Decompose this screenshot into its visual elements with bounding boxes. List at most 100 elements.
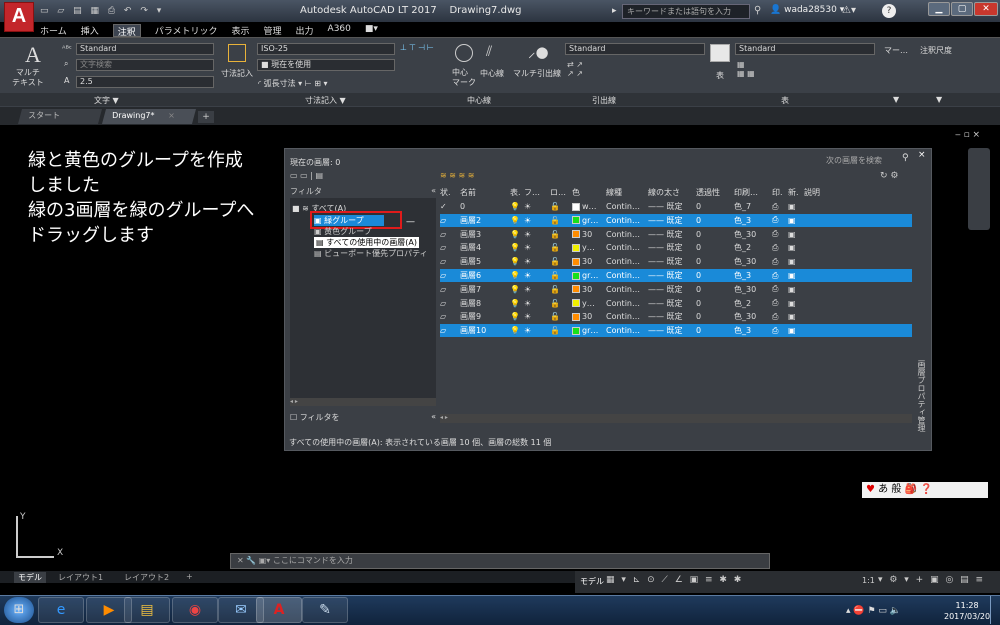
layer-status-icon[interactable]: ▱ — [440, 257, 454, 266]
search-arrow-icon[interactable]: ▸ — [612, 6, 617, 16]
layer-name[interactable]: 画層3 — [454, 229, 510, 240]
minimize-button[interactable]: ▁ — [928, 2, 950, 16]
layer-transparency[interactable]: 0 — [696, 299, 734, 308]
layer-name[interactable]: 画層9 — [454, 311, 510, 322]
layer-lineweight[interactable]: —— 既定 — [648, 242, 696, 253]
layer-transparency[interactable]: 0 — [696, 216, 734, 225]
layer-linetype[interactable]: Contin… — [606, 326, 648, 335]
layer-on-icon[interactable]: 💡 — [510, 202, 524, 211]
layer-plot-icon[interactable]: ⎙ — [772, 257, 788, 267]
col-name[interactable]: 名前 — [454, 187, 510, 198]
layer-name[interactable]: 画層2 — [454, 215, 510, 226]
layer-name[interactable]: 画層6 — [454, 270, 510, 281]
layer-color[interactable]: w… — [572, 202, 606, 211]
layer-lock-icon[interactable]: 🔓 — [550, 230, 572, 239]
exchange-icon[interactable]: ⚠▾ — [842, 5, 856, 16]
tab-annotate[interactable]: 注釈 — [112, 24, 141, 38]
col-color[interactable]: 色 — [572, 187, 606, 198]
layer-transparency[interactable]: 0 — [696, 326, 734, 335]
layer-color[interactable]: gr… — [572, 271, 606, 280]
text-height-select[interactable]: 2.5 — [76, 76, 214, 88]
layer-plot-icon[interactable]: ⎙ — [772, 215, 788, 225]
layer-vp-freeze-icon[interactable]: ▣ — [788, 257, 804, 266]
layer-row[interactable]: ✓ 0 💡 ☀ 🔓 w… Contin… —— 既定 0 色_7 ⎙ ▣ — [440, 200, 912, 213]
layer-name[interactable]: 画層10 — [454, 325, 510, 336]
layer-name[interactable]: 画層8 — [454, 298, 510, 309]
color-swatch[interactable] — [572, 202, 580, 211]
table-tools-icon[interactable]: ▦ ▦ ▦ — [737, 60, 755, 78]
layer-row[interactable]: ▱ 画層6 💡 ☀ 🔓 gr… Contin… —— 既定 0 色_3 ⎙ ▣ — [440, 269, 912, 282]
invert-filter-checkbox[interactable]: ☐ フィルタを « — [290, 412, 436, 423]
layer-status-icon[interactable]: ▱ — [440, 285, 454, 294]
layer-plot-icon[interactable]: ⎙ — [772, 326, 788, 336]
color-swatch[interactable] — [572, 243, 580, 252]
color-swatch[interactable] — [572, 216, 580, 225]
help-icon[interactable]: ? — [882, 4, 896, 18]
layer-row[interactable]: ▱ 画層8 💡 ☀ 🔓 y… Contin… —— 既定 0 色_2 ⎙ ▣ — [440, 297, 912, 310]
col-description[interactable]: 説明 — [804, 187, 844, 198]
layer-color[interactable]: gr… — [572, 216, 606, 225]
layer-name[interactable]: 画層5 — [454, 256, 510, 267]
layer-plot-icon[interactable]: ⎙ — [772, 271, 788, 281]
table-button[interactable]: 表 — [716, 70, 724, 81]
layer-linetype[interactable]: Contin… — [606, 299, 648, 308]
tree-item-used-layers[interactable]: ▤ すべての使用中の画層(A) — [314, 237, 419, 248]
layer-row[interactable]: ▱ 画層2 💡 ☀ 🔓 gr… Contin… —— 既定 0 色_3 ⎙ ▣ — [440, 213, 912, 227]
tray-icons[interactable]: ▴ ⛔ ⚑ ▭ 🔈 — [846, 606, 901, 616]
dimension-button[interactable]: 寸法記入 — [221, 68, 253, 79]
layer-on-icon[interactable]: 💡 — [510, 271, 524, 280]
start-button[interactable]: ⊞ — [4, 597, 34, 623]
layer-plot-style[interactable]: 色_2 — [734, 298, 772, 309]
layer-plot-style[interactable]: 色_30 — [734, 229, 772, 240]
center-line-button[interactable]: 中心線 — [480, 68, 504, 79]
layer-linetype[interactable]: Contin… — [606, 202, 648, 211]
layer-plot-style[interactable]: 色_30 — [734, 284, 772, 295]
layer-linetype[interactable]: Contin… — [606, 271, 648, 280]
col-transparency[interactable]: 透過性 — [696, 187, 734, 198]
arc-length-button[interactable]: ◜ 弧長寸法 ▾ ⊢ ⊞ ▾ — [258, 78, 328, 89]
layer-on-icon[interactable]: 💡 — [510, 257, 524, 266]
layer-freeze-icon[interactable]: ☀ — [524, 202, 550, 211]
layer-linetype[interactable]: Contin… — [606, 312, 648, 321]
layer-vp-freeze-icon[interactable]: ▣ — [788, 230, 804, 239]
layer-lineweight[interactable]: —— 既定 — [648, 325, 696, 336]
color-swatch[interactable] — [572, 326, 580, 335]
layer-transparency[interactable]: 0 — [696, 230, 734, 239]
refresh-settings-icon[interactable]: ↻ ⚙ — [880, 171, 898, 181]
tab-manage[interactable]: 管理 — [264, 24, 282, 37]
layer-lock-icon[interactable]: 🔓 — [550, 216, 572, 225]
tab-layout1[interactable]: レイアウト1 — [58, 572, 103, 583]
color-swatch[interactable] — [572, 312, 580, 321]
layer-plot-icon[interactable]: ⎙ — [772, 284, 788, 294]
tab-drawing7[interactable]: Drawing7* × — [101, 109, 197, 124]
layer-freeze-icon[interactable]: ☀ — [524, 216, 550, 225]
autocad-taskbar-icon[interactable]: A — [256, 597, 302, 623]
dim-tools-icon[interactable]: ⊥⊤⊣⊢ — [400, 43, 436, 52]
col-new-vp-freeze[interactable]: 新. — [788, 187, 804, 198]
col-plot-style[interactable]: 印刷… — [734, 187, 772, 198]
user-sign-in[interactable]: 👤 wada28530 ▾ — [770, 5, 844, 15]
layer-search-input[interactable]: 次の画層を検索 — [826, 155, 882, 166]
table-icon[interactable] — [710, 44, 730, 62]
layer-lineweight[interactable]: —— 既定 — [648, 284, 696, 295]
layer-status-icon[interactable]: ▱ — [440, 216, 454, 225]
clock[interactable]: 11:28 2017/03/20 — [944, 600, 990, 622]
annotation-scale[interactable]: 1:1 — [862, 576, 875, 585]
command-input[interactable]: ここにコマンドを入力 — [273, 556, 353, 565]
layer-transparency[interactable]: 0 — [696, 285, 734, 294]
tab-view[interactable]: 表示 — [232, 24, 250, 37]
layer-linetype[interactable]: Contin… — [606, 216, 648, 225]
viewport-controls[interactable]: ‒ ▫ × — [955, 130, 980, 140]
panel-title-scale[interactable]: ▼ — [936, 95, 942, 104]
dim-layer-select[interactable]: ■ 現在を使用 — [257, 59, 395, 71]
center-mark-icon[interactable] — [455, 44, 473, 62]
navigation-bar[interactable] — [968, 148, 990, 230]
layer-freeze-icon[interactable]: ☀ — [524, 230, 550, 239]
explorer-icon[interactable]: ▤ — [124, 597, 170, 623]
col-plot[interactable]: 印. — [772, 187, 788, 198]
col-lineweight[interactable]: 線の太さ — [648, 187, 696, 198]
panel-title-text[interactable]: 文字 ▼ — [94, 95, 119, 106]
layer-plot-icon[interactable]: ⎙ — [772, 229, 788, 239]
center-line-icon[interactable]: ⫽ — [486, 44, 492, 60]
panel-title-centerline[interactable]: 中心線 — [467, 95, 491, 106]
